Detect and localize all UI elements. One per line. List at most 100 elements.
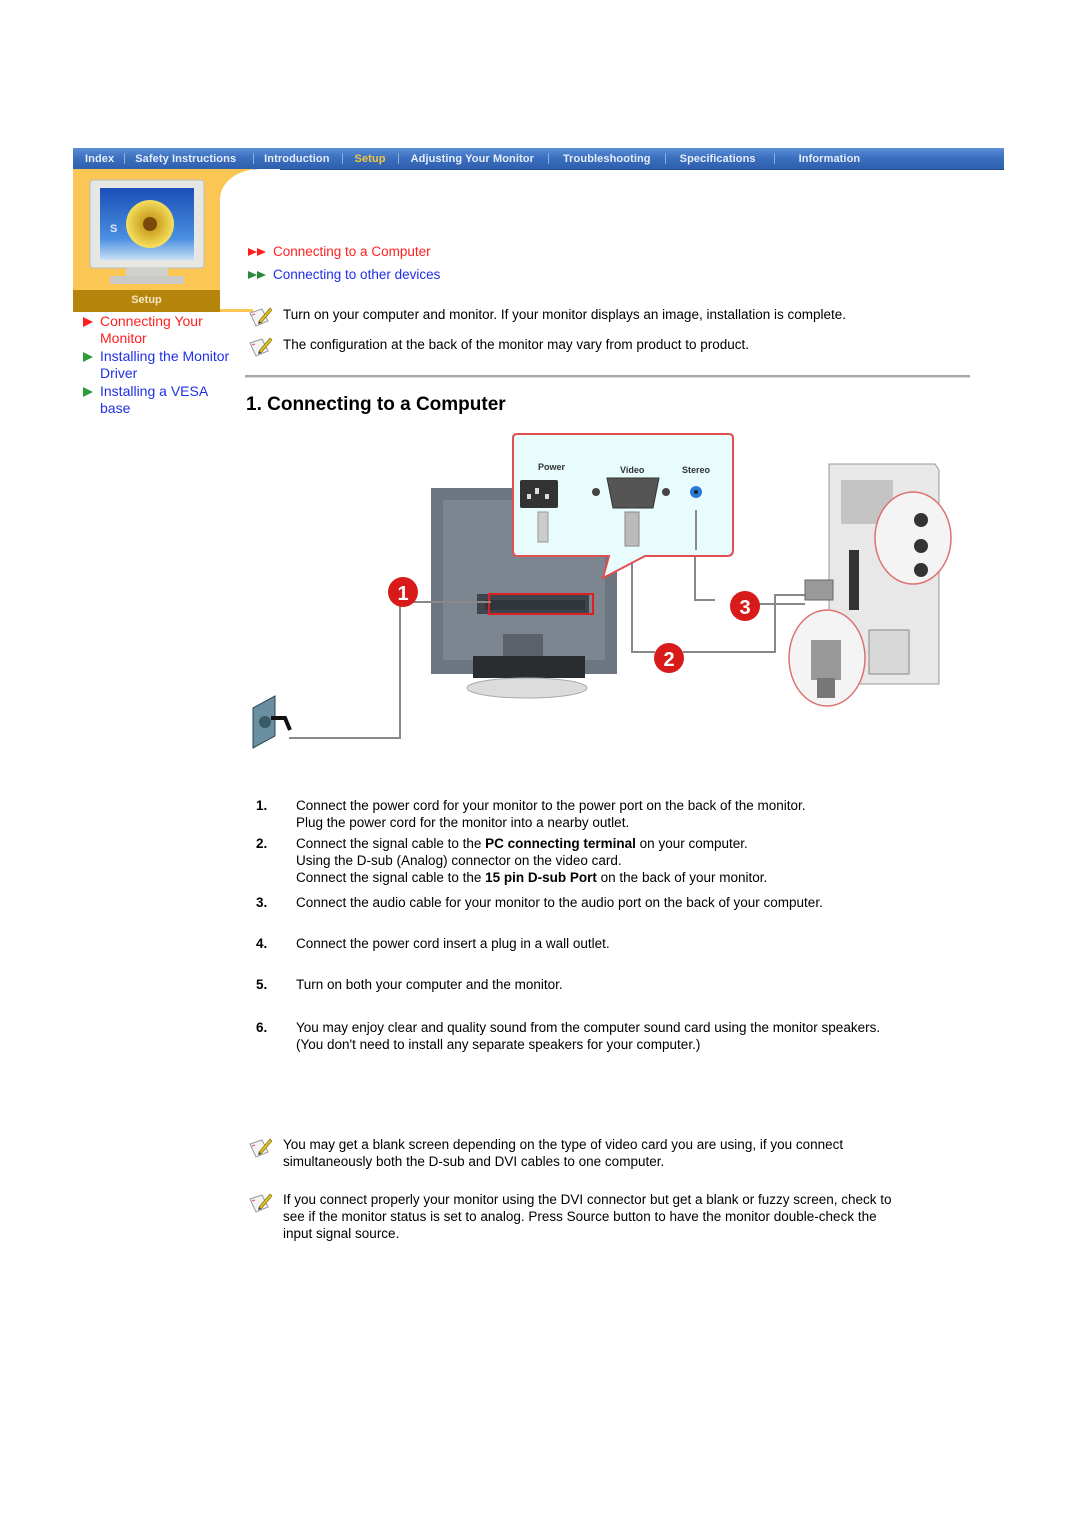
section-divider: [245, 375, 970, 378]
port-label-video: Video: [620, 465, 645, 475]
step-number: 2.: [256, 836, 268, 851]
step-segment: Plug the power cord for the monitor into…: [296, 815, 630, 830]
step-item: 3. Connect the audio cable for your monit…: [256, 894, 976, 911]
step-segment: You may enjoy clear and quality sound fr…: [296, 1020, 881, 1035]
step-number: 1.: [256, 798, 268, 813]
nav-setup[interactable]: Setup: [343, 153, 398, 165]
svg-text:3: 3: [739, 597, 750, 619]
step-item: 1. Connect the power cord for your monito…: [256, 797, 976, 831]
intro-note: Turn on your computer and monitor. If yo…: [248, 305, 846, 329]
step-line: Plug the power cord for the monitor into…: [296, 814, 806, 831]
step-line: Connect the audio cable for your monitor…: [296, 894, 823, 911]
step-item: 6. You may enjoy clear and quality sound …: [256, 1019, 976, 1053]
intro-note-text: The configuration at the back of the mon…: [283, 337, 749, 352]
nav-index[interactable]: Index: [73, 153, 124, 165]
step-number: 5.: [256, 977, 268, 992]
port-label-power: Power: [538, 462, 566, 472]
svg-text:S: S: [110, 223, 117, 235]
bottom-note: If you connect properly your monitor usi…: [248, 1191, 892, 1242]
step-text: You may enjoy clear and quality sound fr…: [296, 1019, 880, 1053]
subnav-connecting-to-computer[interactable]: Connecting to a Computer: [248, 240, 440, 263]
wall-outlet-icon: [252, 695, 292, 749]
note-pencil-icon: [249, 1193, 273, 1213]
sidebar-section-label: Setup: [73, 290, 220, 312]
step-segment: Turn on both your computer and the monit…: [296, 977, 563, 992]
double-arrow-icon: [248, 247, 266, 256]
nav-information[interactable]: Information: [775, 153, 875, 165]
subnav-label: Connecting to other devices: [273, 267, 441, 282]
step-line: Using the D-sub (Analog) connector on th…: [296, 852, 767, 869]
top-navigation-bar: Index Safety Instructions Introduction S…: [73, 148, 1004, 170]
bottom-note-text: You may get a blank screen depending on …: [283, 1137, 844, 1169]
nav-safety-instructions[interactable]: Safety Instructions: [125, 153, 253, 165]
step-segment: on your computer.: [635, 836, 748, 851]
step-segment: Connect the power cord insert a plug in …: [296, 936, 610, 951]
audio-port-zoom-circle: [874, 491, 952, 585]
instruction-steps: 1. Connect the power cord for your monito…: [256, 797, 976, 1053]
step-line: Connect the signal cable to the 15 pin D…: [296, 869, 767, 886]
double-arrow-icon: [248, 270, 266, 279]
sub-navigation: Connecting to a Computer Connecting to o…: [248, 240, 440, 286]
intro-note-text: Turn on your computer and monitor. If yo…: [283, 307, 847, 322]
monitor-illustration-icon: S: [89, 179, 205, 284]
step-line: You may enjoy clear and quality sound fr…: [296, 1019, 880, 1036]
subnav-connecting-to-other-devices[interactable]: Connecting to other devices: [248, 263, 440, 286]
step-emphasis: PC connecting terminal: [485, 836, 636, 851]
step-segment: Connect the signal cable to the: [296, 836, 486, 851]
note-pencil-icon: [249, 307, 273, 327]
section-heading: 1. Connecting to a Computer: [246, 394, 506, 415]
step-number: 3.: [256, 895, 268, 910]
step-line: Connect the signal cable to the PC conne…: [296, 835, 767, 852]
step-number: 4.: [256, 936, 268, 951]
callout-badge-2: 2: [654, 643, 684, 673]
step-line: Turn on both your computer and the monit…: [296, 976, 563, 993]
sidebar-links: Connecting Your Monitor Installing the M…: [80, 313, 230, 418]
sidebar-link-installing-vesa-base[interactable]: Installing a VESA base: [80, 383, 230, 417]
step-emphasis: 15 pin D-sub Port: [485, 870, 597, 885]
callout-badge-3: 3: [730, 591, 760, 621]
note-pencil-icon: [249, 1138, 273, 1158]
subnav-label: Connecting to a Computer: [273, 244, 431, 259]
step-segment: (You don't need to install any separate …: [296, 1037, 701, 1052]
port-label-stereo: Stereo: [682, 465, 711, 475]
intro-note: The configuration at the back of the mon…: [248, 335, 749, 359]
step-text: Connect the audio cable for your monitor…: [296, 894, 823, 911]
port-zoom-box: Power Video Stereo: [512, 433, 734, 580]
step-line: (You don't need to install any separate …: [296, 1036, 880, 1053]
sidebar-curve-decoration: [220, 169, 280, 309]
sidebar-link-label: Connecting Your Monitor: [100, 313, 203, 346]
step-text: Connect the power cord for your monitor …: [296, 797, 806, 831]
svg-text:1: 1: [397, 583, 408, 605]
connection-diagram: Power Video Stereo 1 2 3: [252, 433, 952, 749]
nav-adjusting-your-monitor[interactable]: Adjusting Your Monitor: [399, 153, 548, 165]
note-pencil-icon: [249, 337, 273, 357]
svg-text:2: 2: [663, 649, 674, 671]
bottom-note-text: If you connect properly your monitor usi…: [283, 1192, 892, 1241]
flower-icon: [126, 200, 174, 248]
step-segment: Using the D-sub (Analog) connector on th…: [296, 853, 622, 868]
step-item: 5. Turn on both your computer and the mon…: [256, 976, 976, 993]
nav-introduction[interactable]: Introduction: [254, 153, 341, 165]
sidebar-link-label: Installing the Monitor Driver: [100, 348, 230, 381]
step-segment: Connect the power cord for your monitor …: [296, 798, 806, 813]
step-segment: Connect the signal cable to the: [296, 870, 486, 885]
step-line: Connect the power cord insert a plug in …: [296, 935, 610, 952]
step-text: Turn on both your computer and the monit…: [296, 976, 563, 993]
step-segment: Connect the audio cable for your monitor…: [296, 895, 823, 910]
step-segment: on the back of your monitor.: [596, 870, 768, 885]
nav-troubleshooting[interactable]: Troubleshooting: [549, 153, 665, 165]
connector-zoom-circle: [788, 609, 866, 707]
step-item: 4. Connect the power cord insert a plug i…: [256, 935, 976, 952]
step-text: Connect the power cord insert a plug in …: [296, 935, 610, 952]
sidebar-link-connecting-your-monitor[interactable]: Connecting Your Monitor: [80, 313, 230, 347]
sidebar-link-label: Installing a VESA base: [100, 383, 208, 416]
arrow-right-icon: [83, 352, 93, 362]
callout-badge-1: 1: [388, 577, 418, 607]
arrow-right-icon: [83, 387, 93, 397]
step-item: 2. Connect the signal cable to the PC con…: [256, 835, 976, 886]
bottom-note: You may get a blank screen depending on …: [248, 1136, 843, 1170]
step-text: Connect the signal cable to the PC conne…: [296, 835, 767, 886]
arrow-right-icon: [83, 317, 93, 327]
nav-specifications[interactable]: Specifications: [666, 153, 774, 165]
sidebar-link-installing-monitor-driver[interactable]: Installing the Monitor Driver: [80, 348, 230, 382]
